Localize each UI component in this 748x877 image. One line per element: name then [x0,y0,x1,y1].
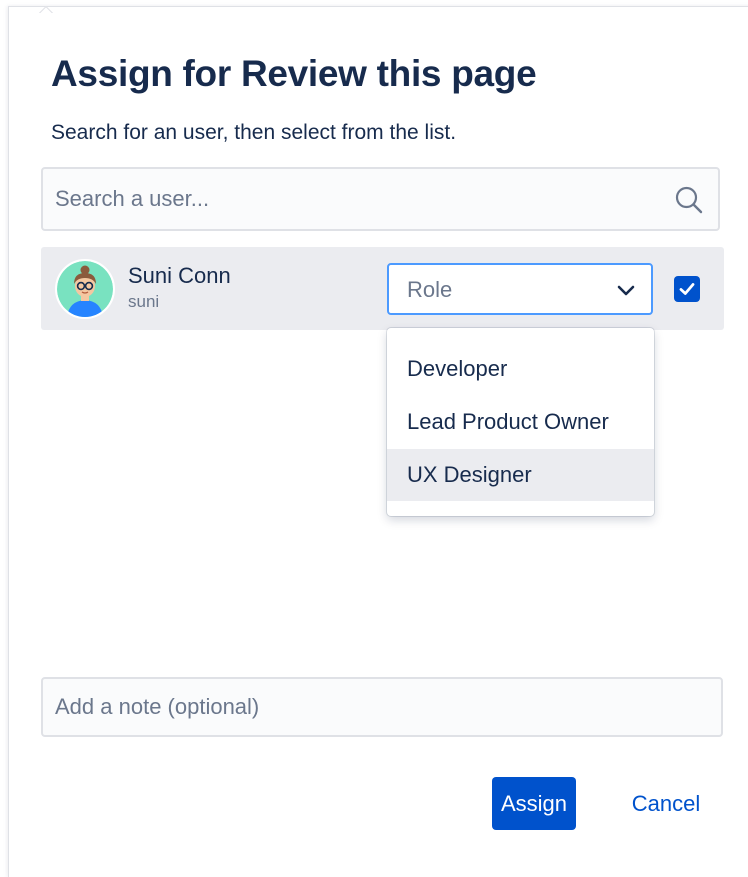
search-input[interactable] [55,169,655,229]
user-name: Suni Conn [128,263,231,288]
note-field [41,677,723,737]
cancel-button[interactable]: Cancel [614,777,718,830]
user-select-checkbox[interactable] [674,276,700,302]
avatar-illustration-icon [57,261,113,317]
user-handle: suni [128,292,160,311]
dialog-subtitle: Search for an user, then select from the… [51,121,457,144]
checkmark-icon [679,283,695,295]
role-options-menu: Developer Lead Product Owner UX Designer [387,328,654,516]
role-option-ux-designer[interactable]: UX Designer [387,449,654,501]
search-icon[interactable] [674,185,704,215]
user-list-item[interactable]: Suni Conn suni Role [41,247,724,330]
role-dropdown-value: Role [407,277,453,302]
chevron-down-icon [617,285,635,296]
user-search-field [41,167,720,231]
role-option-developer[interactable]: Developer [387,343,654,395]
role-option-lead-product-owner[interactable]: Lead Product Owner [387,396,654,448]
dialog-pointer [39,6,53,13]
assign-button[interactable]: Assign [492,777,576,830]
note-input[interactable] [55,679,695,735]
role-dropdown[interactable]: Role [387,263,653,315]
avatar [55,259,115,319]
dialog-title: Assign for Review this page [51,53,537,94]
